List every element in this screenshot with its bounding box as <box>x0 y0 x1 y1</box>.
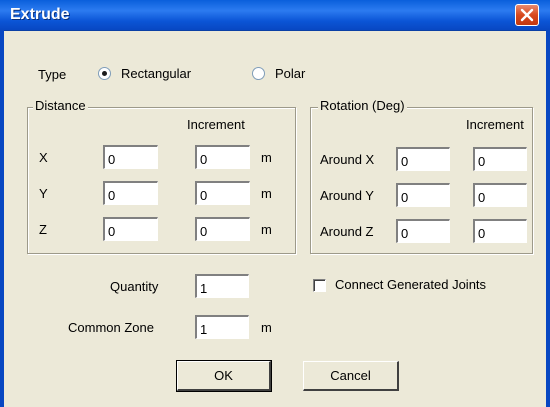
distance-x-label: X <box>39 150 48 165</box>
connect-joints-label[interactable]: Connect Generated Joints <box>335 277 486 292</box>
rotation-z-label: Around Z <box>320 224 374 239</box>
distance-z-input[interactable] <box>103 217 158 241</box>
rotation-x-increment-input[interactable] <box>473 147 527 171</box>
ok-button[interactable]: OK <box>176 360 272 392</box>
radio-rectangular-label[interactable]: Rectangular <box>121 66 191 81</box>
title-bar[interactable]: Extrude <box>0 0 550 31</box>
distance-increment-header: Increment <box>187 117 245 132</box>
quantity-label: Quantity <box>110 279 159 294</box>
distance-y-unit: m <box>261 186 272 201</box>
rotation-z-input[interactable] <box>396 219 450 243</box>
close-icon <box>520 8 534 22</box>
rotation-x-label: Around X <box>320 152 375 167</box>
common-zone-unit: m <box>261 320 272 335</box>
cancel-button[interactable]: Cancel <box>303 361 399 391</box>
distance-z-unit: m <box>261 222 272 237</box>
window-frame-right <box>546 30 550 407</box>
radio-polar-label[interactable]: Polar <box>275 66 305 81</box>
distance-x-input[interactable] <box>103 145 158 169</box>
distance-x-increment-input[interactable] <box>195 145 250 169</box>
type-label: Type <box>38 67 67 82</box>
distance-y-increment-input[interactable] <box>195 181 250 205</box>
rotation-y-label: Around Y <box>320 188 374 203</box>
close-button[interactable] <box>515 4 539 26</box>
rotation-x-input[interactable] <box>396 147 450 171</box>
radio-polar[interactable] <box>252 67 265 80</box>
distance-x-unit: m <box>261 150 272 165</box>
rotation-z-increment-input[interactable] <box>473 219 527 243</box>
distance-legend: Distance <box>33 98 88 113</box>
distance-y-label: Y <box>39 186 48 201</box>
connect-joints-checkbox[interactable] <box>313 279 326 292</box>
distance-group <box>27 107 296 254</box>
common-zone-label: Common Zone <box>68 320 154 335</box>
rotation-y-increment-input[interactable] <box>473 183 527 207</box>
rotation-y-input[interactable] <box>396 183 450 207</box>
radio-rectangular[interactable] <box>98 67 111 80</box>
window-title: Extrude <box>10 6 70 23</box>
quantity-input[interactable] <box>195 274 249 298</box>
distance-z-increment-input[interactable] <box>195 217 250 241</box>
distance-y-input[interactable] <box>103 181 158 205</box>
window-frame-left <box>0 30 4 407</box>
common-zone-input[interactable] <box>195 315 249 339</box>
rotation-increment-header: Increment <box>466 117 524 132</box>
distance-z-label: Z <box>39 222 47 237</box>
radio-selected-dot <box>102 71 107 76</box>
rotation-legend: Rotation (Deg) <box>318 98 407 113</box>
